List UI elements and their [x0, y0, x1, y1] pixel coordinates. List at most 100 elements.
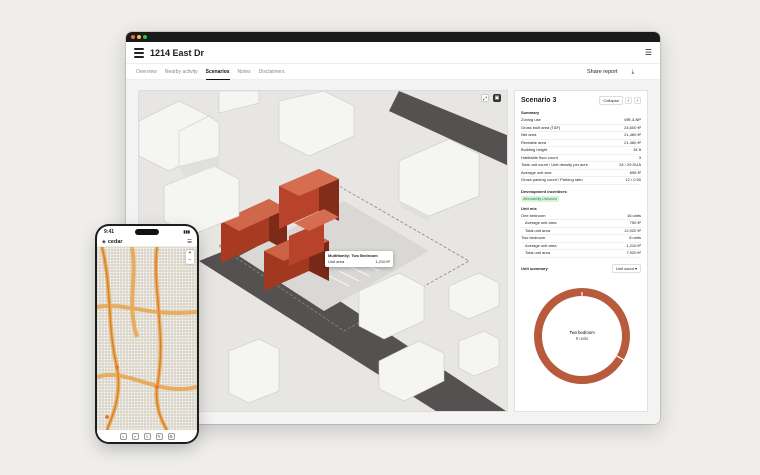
scenario-title: Scenario 3 [521, 97, 557, 104]
tab-bar: Overview Nearby activity Scenarios Notes… [126, 64, 660, 80]
row-label: Gross parking count / Parking ratio [521, 177, 583, 182]
row-value: 16 units [626, 212, 641, 218]
row-value: 24,600 ft² [624, 124, 641, 130]
tab-overview[interactable]: Overview [136, 64, 157, 80]
table-row: Gross parking count / Parking ratio 12 / … [521, 177, 641, 185]
table-row: Average unit area 750 ft² [521, 220, 641, 228]
table-row: Gross built area (TAF) 24,600 ft² [521, 124, 641, 132]
summary-table: Zoning use MR-3-NP Gross built area (TAF) 2… [521, 117, 641, 185]
table-row: Total unit area 7,920 ft² [521, 250, 641, 258]
table-row: One bedroom 16 units [521, 212, 641, 220]
row-value: 21,460 ft² [624, 132, 641, 137]
row-label: Rentable area [521, 139, 547, 145]
table-row: Zoning use MR-3-NP [521, 117, 641, 125]
unit-mix-heading: Unit mix [521, 205, 537, 211]
donut-label: Two bedroom [569, 330, 595, 335]
table-row: Habitable floor count 3 [521, 154, 641, 162]
share-report-label: Share report [586, 68, 618, 75]
scenario-panel: Scenario 3 Collapse ‹ › Summary Zoning u… [514, 90, 648, 412]
row-label: Average unit size [521, 169, 552, 175]
zoom-dot[interactable] [143, 35, 147, 39]
row-label: Two bedroom [521, 235, 546, 240]
row-value: 34 ft [633, 147, 641, 152]
tab-disclaimers[interactable]: Disclaimers [259, 64, 285, 80]
content-area: ⤢ ▣ Multifamily: Two Bedroom Unit area 1,… [126, 80, 660, 424]
expand-icon[interactable]: ⤢ [481, 94, 489, 102]
brand-name: cedar [107, 238, 123, 245]
summary-heading: Summary [521, 110, 540, 115]
zoom-out-icon[interactable]: − [186, 257, 194, 264]
row-value: 895 ft² [629, 169, 641, 175]
close-dot[interactable] [131, 35, 135, 39]
next-scenario-icon[interactable]: › [634, 97, 641, 104]
tab-nearby-activity[interactable]: Nearby activity [165, 64, 198, 80]
status-time: 9:41 [104, 228, 115, 235]
table-row: Net area 21,460 ft² [521, 132, 641, 140]
table-row: Average unit area 1,210 ft² [521, 242, 641, 250]
row-value: 750 ft² [629, 220, 641, 225]
prev-scenario-icon[interactable]: ‹ [625, 97, 632, 104]
tab-notes[interactable]: Notes [238, 64, 251, 80]
search-icon[interactable]: ⌕ [131, 432, 139, 440]
collapse-button[interactable]: Collapse [599, 96, 623, 105]
unit-donut-chart: Two bedroom 8 units [534, 288, 630, 384]
share-report-button[interactable]: Share report ⤓ [587, 64, 642, 80]
phone-zoom-controls[interactable]: + − [186, 250, 194, 264]
table-row: Building height 34 ft [521, 147, 641, 155]
hamburger-icon[interactable]: ☰ [645, 48, 652, 57]
phone-device: 9:41 ▮▮▮ ◈ cedar ☰ + − ⌂ ⌕ ≡ ✎ ⚙ [97, 226, 197, 442]
phone-hamburger-icon[interactable]: ☰ [187, 239, 192, 245]
row-label: Average unit area [525, 242, 557, 248]
settings-icon[interactable]: ⚙ [167, 432, 175, 440]
row-value: 3 [638, 154, 641, 160]
incentives-heading: Development incentives [521, 188, 567, 194]
layers-icon[interactable]: ▣ [493, 94, 501, 102]
row-label: Habitable floor count [521, 154, 558, 160]
table-row: Two bedroom 8 units [521, 235, 641, 243]
download-icon[interactable]: ⤓ [632, 64, 634, 80]
row-label: Net area [521, 132, 537, 137]
table-row: Average unit size 895 ft² [521, 169, 641, 177]
row-value: 7,920 ft² [626, 250, 641, 255]
tooltip-value: 1,210 ft² [375, 259, 390, 264]
donut-value: 8 units [576, 336, 588, 341]
parcel-map[interactable]: + − [97, 247, 197, 430]
window-chrome [126, 32, 660, 42]
row-value: 12 / 0.50 [625, 177, 641, 182]
row-label: Total unit count / Unit density per acre [521, 162, 588, 167]
home-icon[interactable]: ⌂ [119, 432, 127, 440]
minimize-dot[interactable] [137, 35, 141, 39]
phone-toolbar: ⌂ ⌕ ≡ ✎ ⚙ [97, 430, 197, 442]
row-value: 12,020 ft² [624, 227, 641, 233]
draw-icon[interactable]: ✎ [155, 432, 163, 440]
row-label: One bedroom [521, 212, 546, 218]
row-value: 1,210 ft² [626, 242, 641, 248]
tab-scenarios[interactable]: Scenarios [205, 64, 230, 80]
table-row: Total unit area 12,020 ft² [521, 227, 641, 235]
unit-tooltip: Multifamily: Two Bedroom Unit area 1,210 … [325, 251, 393, 267]
row-label: Gross built area (TAF) [521, 124, 561, 130]
row-label: Total unit area [525, 250, 551, 255]
page-title: 1214 East Dr [150, 47, 205, 58]
incentive-badge: Affordability Unlocked [521, 195, 559, 202]
cedar-logo-icon: ◈ [102, 238, 106, 245]
row-value: 8 units [629, 235, 641, 240]
row-value: MR-3-NP [624, 117, 641, 122]
table-row: Rentable area 21,460 ft² [521, 139, 641, 147]
phone-notch [135, 229, 159, 235]
app-header: 1214 East Dr ☰ [126, 42, 660, 64]
app-window: 1214 East Dr ☰ Overview Nearby activity … [126, 32, 660, 424]
unit-mix-table: One bedroom 16 units Average unit area 750 … [521, 213, 641, 258]
row-value: 21,460 ft² [624, 139, 641, 145]
row-label: Average unit area [525, 220, 557, 225]
battery-icon: ▮▮▮ [183, 229, 190, 234]
unit-summary-select-value: Unit count [615, 265, 634, 271]
layers-tool-icon[interactable]: ≡ [143, 432, 151, 440]
tooltip-label: Unit area [328, 259, 345, 264]
unit-summary-select[interactable]: Unit count ▾ [611, 263, 641, 273]
zoom-in-icon[interactable]: + [186, 250, 194, 257]
row-label: Total unit area [525, 227, 551, 233]
logo-icon [134, 47, 144, 58]
row-label: Zoning use [521, 117, 541, 122]
phone-header: ◈ cedar ☰ [97, 237, 197, 247]
